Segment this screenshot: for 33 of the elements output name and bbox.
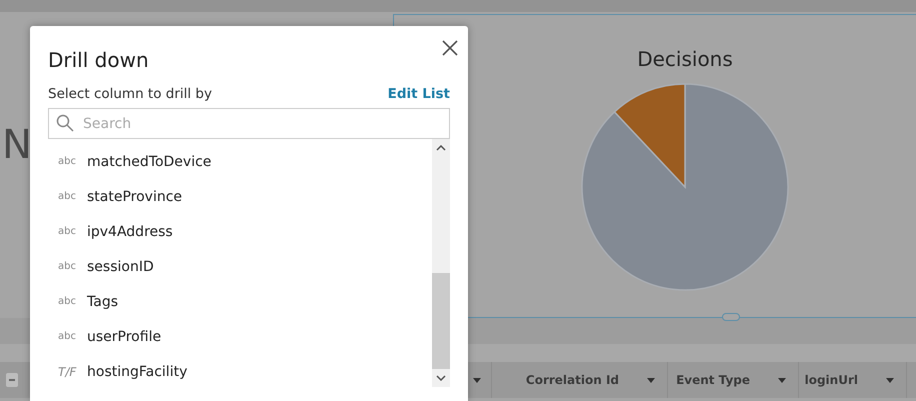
column-option[interactable]: abc sessionID [48, 249, 432, 284]
boolean-type-label: T/F [58, 364, 78, 378]
column-header[interactable]: Event Type [668, 362, 799, 398]
column-option[interactable]: abc matchedToDevice [48, 144, 432, 179]
collapse-button[interactable] [6, 373, 18, 387]
caret-icon[interactable] [778, 378, 786, 382]
search-field[interactable]: Search [48, 108, 450, 139]
text-type-label: abc [58, 296, 77, 307]
minus-icon [9, 379, 15, 381]
column-option[interactable]: T/F hostingFacility [48, 354, 432, 389]
heading-text: N [2, 122, 32, 168]
column-header[interactable]: loginUrl [799, 362, 907, 398]
column-header[interactable]: Correlation Id [492, 362, 668, 398]
dialog-title: Drill down [48, 48, 149, 72]
chart-title: Decisions [637, 47, 733, 71]
scrollbar[interactable] [432, 139, 450, 387]
column-option[interactable]: abc stateProvince [48, 179, 432, 214]
caret-icon[interactable] [647, 378, 655, 382]
text-type-label: abc [58, 191, 77, 202]
instruction-text: Select column to drill by [48, 86, 212, 102]
resize-handle[interactable] [722, 313, 740, 321]
search-icon [56, 114, 74, 132]
text-type-label: abc [58, 331, 77, 342]
text-type-label: abc [58, 156, 77, 167]
caret-icon[interactable] [473, 378, 481, 382]
text-type-label: abc [58, 226, 77, 237]
close-button[interactable] [442, 40, 460, 58]
edit-list-link[interactable]: Edit List [388, 86, 450, 102]
caret-icon[interactable] [886, 378, 894, 382]
column-option[interactable]: abc Tags [48, 284, 432, 319]
column-option[interactable]: abc ipv4Address [48, 214, 432, 249]
text-type-label: abc [58, 261, 77, 272]
column-option[interactable]: abc userProfile [48, 319, 432, 354]
